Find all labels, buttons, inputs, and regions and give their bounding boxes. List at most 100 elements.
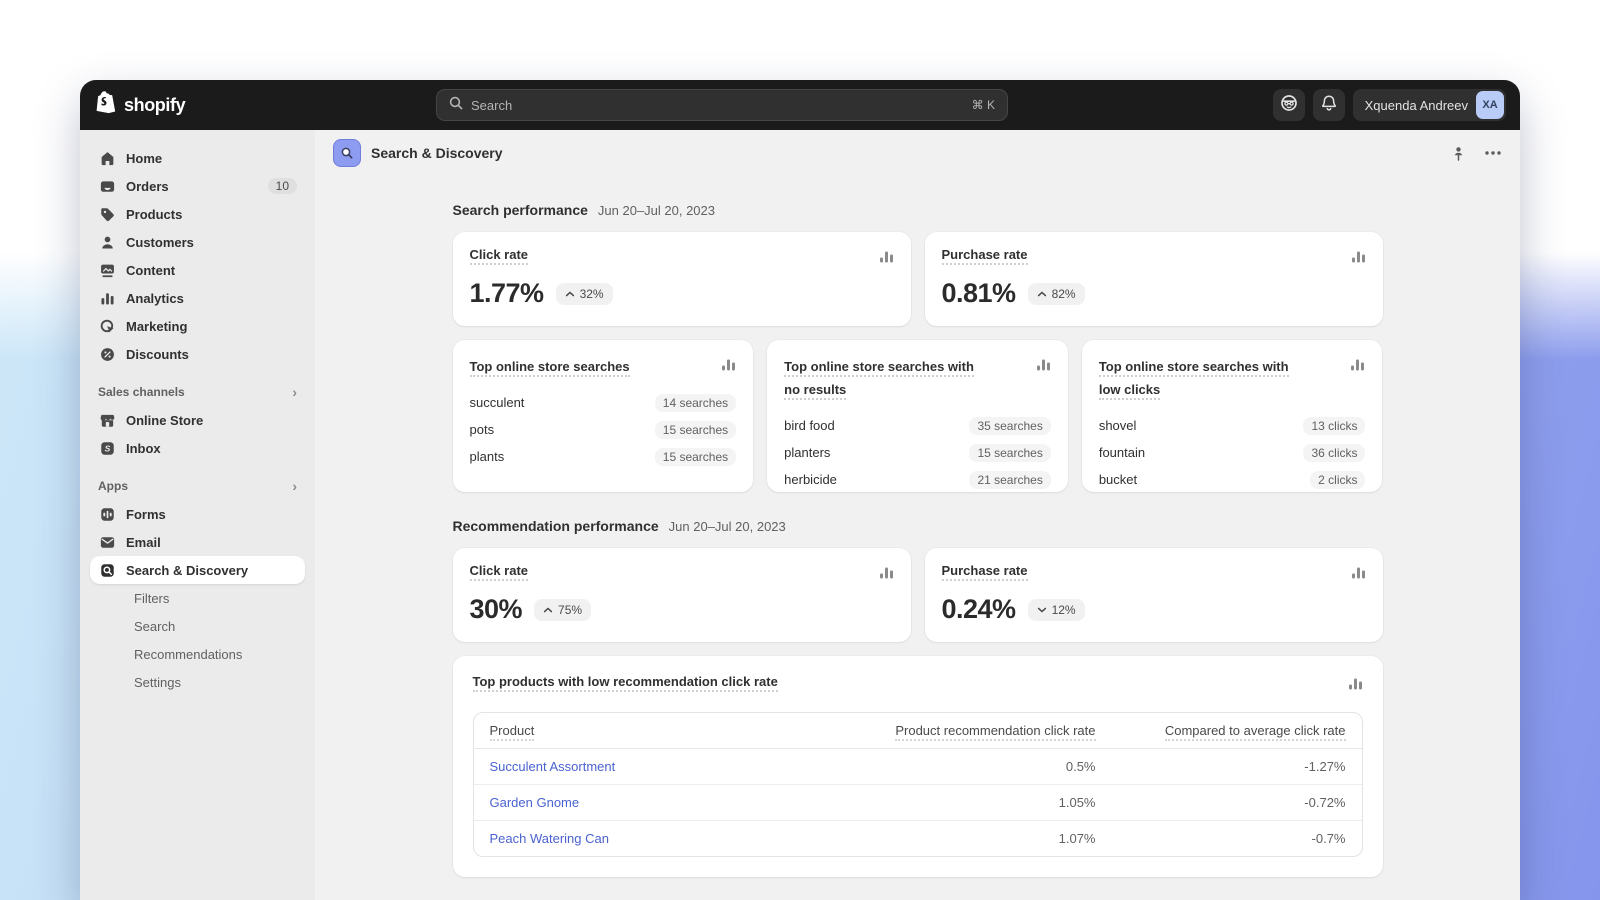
- content-scroll[interactable]: Search performance Jun 20–Jul 20, 2023 C…: [315, 176, 1520, 900]
- sidekick-icon: [1279, 93, 1299, 118]
- discount-icon: [98, 345, 116, 363]
- report-chart-icon[interactable]: [1348, 676, 1363, 696]
- delta-badge-up: 32%: [556, 283, 613, 305]
- sidebar-item-content[interactable]: Content: [90, 256, 305, 284]
- list-title[interactable]: Top online store searches with no result…: [784, 359, 974, 400]
- caret-up-icon: [1037, 290, 1047, 298]
- report-chart-icon[interactable]: [1350, 357, 1365, 377]
- low-rec-click-rate-card: Top products with low recommendation cli…: [453, 656, 1383, 877]
- storefront-icon: [98, 411, 116, 429]
- pin-button[interactable]: [1451, 146, 1466, 161]
- more-icon: [1484, 150, 1502, 156]
- main-area: Search & Discovery Search performance Ju…: [315, 130, 1520, 900]
- col-click-rate[interactable]: Product recommendation click rate: [895, 723, 1095, 741]
- shopify-logo[interactable]: shopify: [94, 90, 185, 121]
- metric-card-rec-purchase-rate: Purchase rate 0.24% 12%: [925, 548, 1383, 642]
- click-rate-value: 1.07%: [796, 831, 1096, 846]
- report-chart-icon[interactable]: [1036, 357, 1051, 377]
- sidebar-item-customers[interactable]: Customers: [90, 228, 305, 256]
- search-input[interactable]: [471, 98, 964, 113]
- user-menu[interactable]: Xquenda Andreev XA: [1353, 89, 1506, 121]
- sidebar-item-home[interactable]: Home: [90, 144, 305, 172]
- sidebar-subitem-search[interactable]: Search: [90, 612, 305, 640]
- delta-badge-down: 12%: [1028, 599, 1085, 621]
- table-row: Succulent Assortment 0.5% -1.27%: [474, 749, 1362, 785]
- metric-label[interactable]: Purchase rate: [942, 563, 1028, 581]
- orders-count-badge: 10: [268, 178, 297, 194]
- report-chart-icon[interactable]: [879, 249, 894, 269]
- list-item: shovel13 clicks: [1099, 412, 1366, 439]
- sidebar-item-online-store[interactable]: Online Store: [90, 406, 305, 434]
- metric-card-search-click-rate: Click rate 1.77% 32%: [453, 232, 911, 326]
- search-icon: [449, 96, 463, 115]
- compared-value: -0.72%: [1096, 795, 1346, 810]
- sidebar-item-analytics[interactable]: Analytics: [90, 284, 305, 312]
- chevron-right-icon: ›: [292, 478, 297, 494]
- bar-chart-icon: [98, 289, 116, 307]
- report-chart-icon[interactable]: [1351, 565, 1366, 585]
- shopify-bag-icon: [94, 90, 118, 121]
- caret-up-icon: [565, 290, 575, 298]
- sidebar-section-apps[interactable]: Apps ›: [90, 478, 305, 494]
- metric-value: 0.81%: [942, 278, 1016, 309]
- topbar-actions: Xquenda Andreev XA: [1273, 89, 1506, 121]
- sidebar-item-inbox[interactable]: S Inbox: [90, 434, 305, 462]
- table-title[interactable]: Top products with low recommendation cli…: [473, 674, 778, 692]
- target-icon: [98, 317, 116, 335]
- svg-text:S: S: [104, 443, 110, 453]
- caret-down-icon: [1037, 606, 1047, 614]
- count-badge: 15 searches: [655, 421, 736, 439]
- count-badge: 15 searches: [655, 448, 736, 466]
- metric-label[interactable]: Purchase rate: [942, 247, 1028, 265]
- report-chart-icon[interactable]: [721, 357, 736, 377]
- sidebar-item-search-discovery[interactable]: Search & Discovery: [90, 556, 305, 584]
- person-icon: [98, 233, 116, 251]
- sidebar-item-orders[interactable]: Orders 10: [90, 172, 305, 200]
- metric-label[interactable]: Click rate: [470, 563, 529, 581]
- col-product[interactable]: Product: [490, 723, 535, 741]
- list-item: bird food35 searches: [784, 412, 1051, 439]
- metric-card-rec-click-rate: Click rate 30% 75%: [453, 548, 911, 642]
- recommendation-performance-header: Recommendation performance Jun 20–Jul 20…: [453, 518, 1383, 534]
- delta-badge-up: 82%: [1028, 283, 1085, 305]
- media-icon: [98, 261, 116, 279]
- orders-icon: [98, 177, 116, 195]
- sidebar-section-sales-channels[interactable]: Sales channels ›: [90, 384, 305, 400]
- list-item: succulent14 searches: [470, 389, 737, 416]
- global-search[interactable]: ⌘ K: [436, 89, 1008, 121]
- app-window: shopify ⌘ K: [80, 80, 1520, 900]
- date-range: Jun 20–Jul 20, 2023: [598, 203, 715, 218]
- list-title[interactable]: Top online store searches: [470, 359, 630, 377]
- tag-icon: [98, 205, 116, 223]
- more-actions-button[interactable]: [1484, 150, 1502, 156]
- list-title[interactable]: Top online store searches with low click…: [1099, 359, 1289, 400]
- sidebar-item-products[interactable]: Products: [90, 200, 305, 228]
- product-link[interactable]: Garden Gnome: [490, 795, 796, 810]
- sidebar-item-discounts[interactable]: Discounts: [90, 340, 305, 368]
- sidebar-subitem-filters[interactable]: Filters: [90, 584, 305, 612]
- list-item: fountain36 clicks: [1099, 439, 1366, 466]
- count-badge: 13 clicks: [1303, 417, 1365, 435]
- table-header-row: Product Product recommendation click rat…: [474, 713, 1362, 749]
- top-searches-card: Top online store searches succulent14 se…: [453, 340, 754, 492]
- sidebar-item-forms[interactable]: Forms: [90, 500, 305, 528]
- home-icon: [98, 149, 116, 167]
- sidebar-subitem-recommendations[interactable]: Recommendations: [90, 640, 305, 668]
- notifications-button[interactable]: [1313, 89, 1345, 121]
- sidebar-item-marketing[interactable]: Marketing: [90, 312, 305, 340]
- no-results-searches-card: Top online store searches with no result…: [767, 340, 1068, 492]
- date-range: Jun 20–Jul 20, 2023: [669, 519, 786, 534]
- product-link[interactable]: Succulent Assortment: [490, 759, 796, 774]
- search-discovery-icon: [98, 561, 116, 579]
- metric-label[interactable]: Click rate: [470, 247, 529, 265]
- sidebar-item-email[interactable]: Email: [90, 528, 305, 556]
- sidebar-subitem-settings[interactable]: Settings: [90, 668, 305, 696]
- metric-card-search-purchase-rate: Purchase rate 0.81% 82%: [925, 232, 1383, 326]
- sidekick-button[interactable]: [1273, 89, 1305, 121]
- list-item: pots15 searches: [470, 416, 737, 443]
- report-chart-icon[interactable]: [879, 565, 894, 585]
- user-name: Xquenda Andreev: [1365, 98, 1468, 113]
- report-chart-icon[interactable]: [1351, 249, 1366, 269]
- product-link[interactable]: Peach Watering Can: [490, 831, 796, 846]
- col-compared[interactable]: Compared to average click rate: [1165, 723, 1346, 741]
